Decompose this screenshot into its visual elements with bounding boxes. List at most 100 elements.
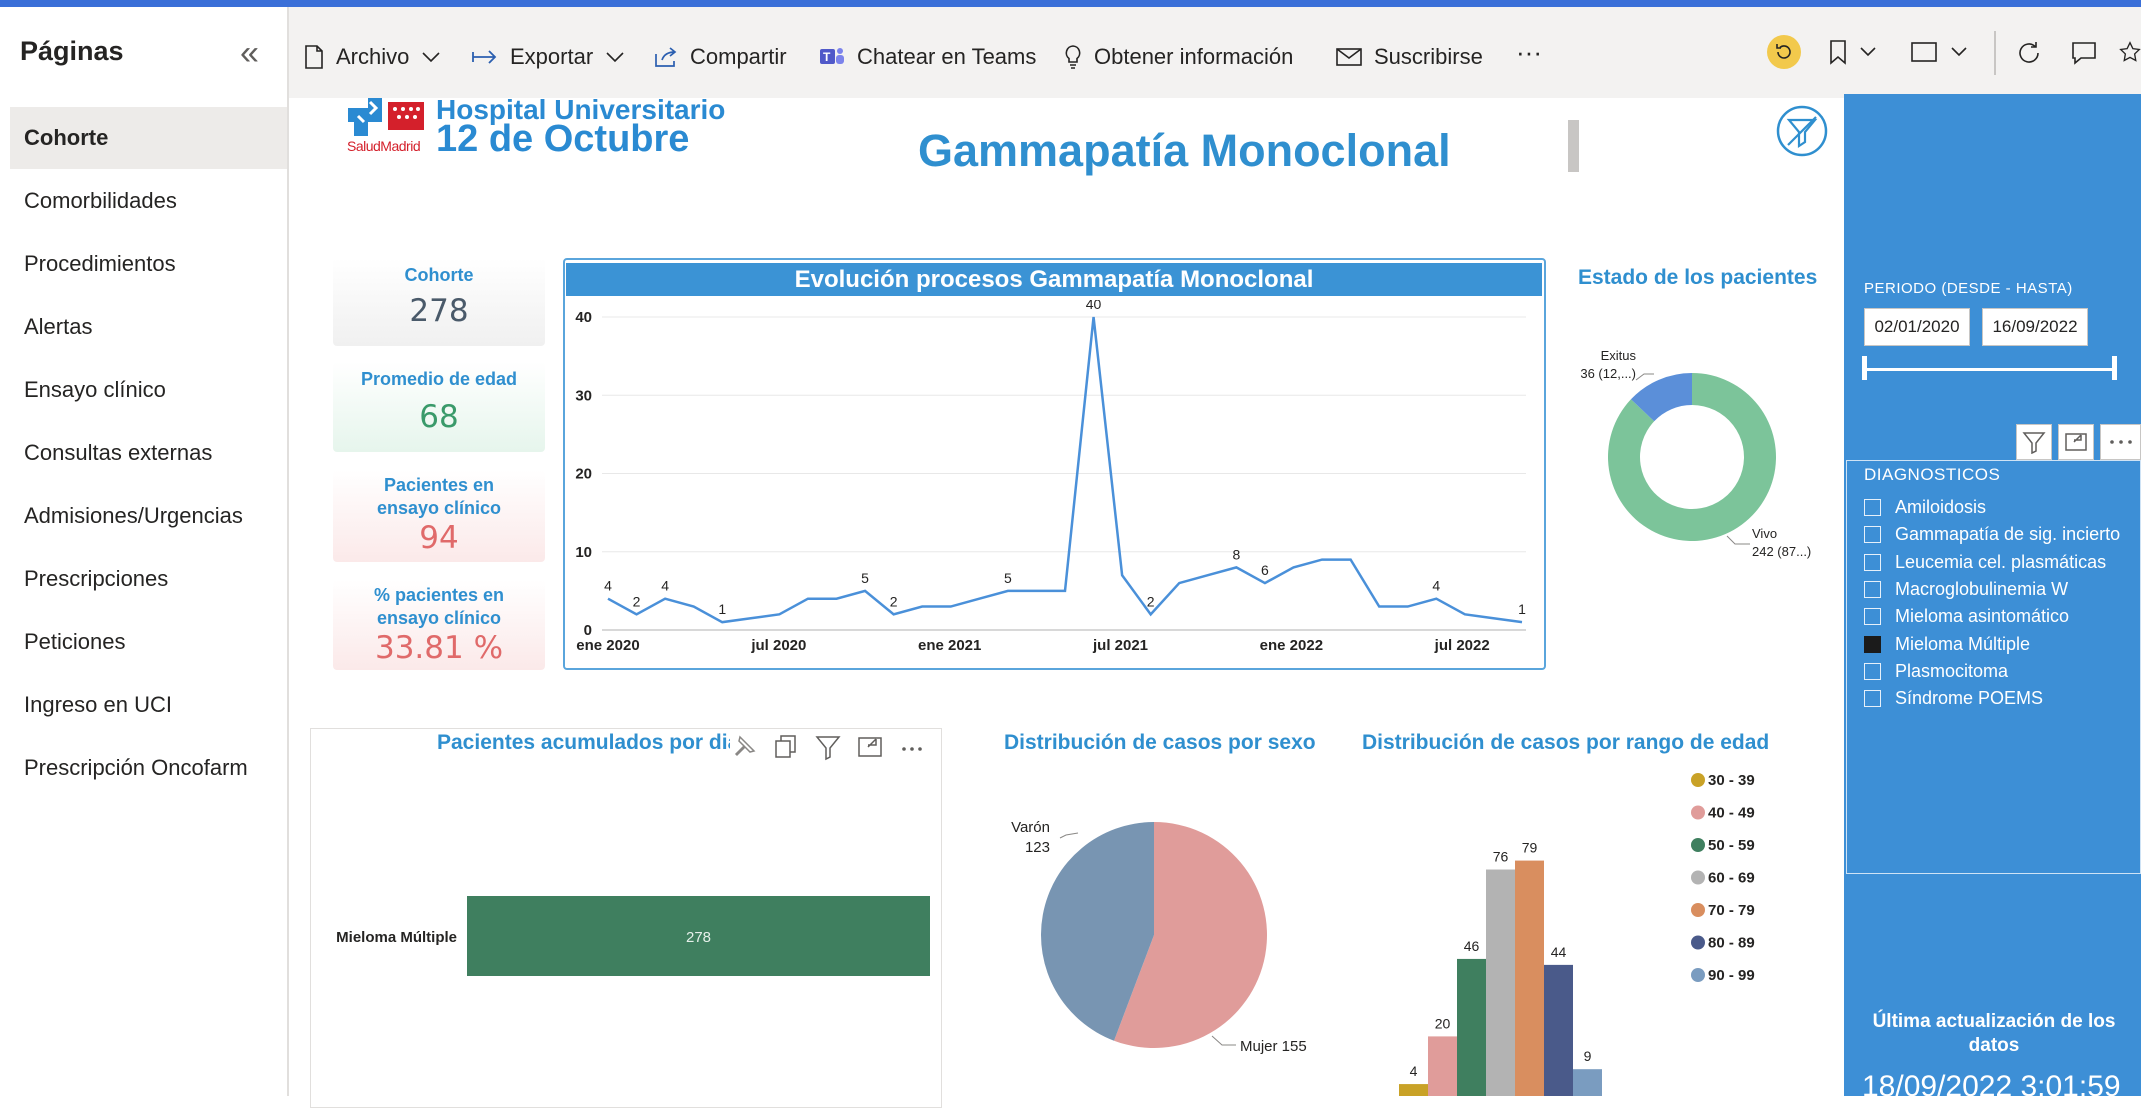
checkbox[interactable] xyxy=(1864,526,1881,543)
chevron-down-icon xyxy=(605,51,625,63)
kpi-value: 68 xyxy=(333,399,545,435)
diagnostico-option[interactable]: Amiloidosis xyxy=(1864,494,1986,521)
more-options-button[interactable]: ··· xyxy=(1516,37,1542,68)
sidebar-item-page[interactable]: Ensayo clínico xyxy=(10,359,287,421)
bar-value-label: 46 xyxy=(1464,938,1480,954)
diagnostico-label: Leucemia cel. plasmáticas xyxy=(1895,552,2106,573)
slider-end-handle[interactable] xyxy=(2112,356,2117,380)
bar-value-label: 4 xyxy=(1410,1063,1418,1079)
data-label: 5 xyxy=(1004,570,1012,586)
reset-icon xyxy=(1767,35,1801,69)
obtener-info-button[interactable]: Obtener información xyxy=(1064,44,1293,70)
sidebar-item-page[interactable]: Ingreso en UCI xyxy=(10,674,287,736)
refresh-icon xyxy=(2016,39,2044,67)
diagnosticos-title: DIAGNOSTICOS xyxy=(1864,465,2000,485)
date-from-input[interactable]: 02/01/2020 xyxy=(1864,308,1970,346)
compartir-button[interactable]: Compartir xyxy=(654,44,787,70)
diagnostico-option[interactable]: Gammapatía de sig. incierto xyxy=(1864,521,2120,548)
suscribirse-button[interactable]: Suscribirse xyxy=(1336,44,1483,70)
diagnostico-label: Plasmocitoma xyxy=(1895,661,2008,682)
sidebar-item-page[interactable]: Alertas xyxy=(10,296,287,358)
diagnostico-label: Gammapatía de sig. incierto xyxy=(1895,524,2120,545)
checkbox[interactable] xyxy=(1864,499,1881,516)
kpi-label: Promedio de edad xyxy=(333,368,545,391)
filter-icon[interactable] xyxy=(814,733,842,761)
sidebar-item-page[interactable]: Procedimientos xyxy=(10,233,287,295)
slicer-focus-button[interactable] xyxy=(2058,424,2094,460)
compartir-label: Compartir xyxy=(690,44,787,70)
bar xyxy=(1544,965,1573,1096)
sidebar-item-page[interactable]: Comorbilidades xyxy=(10,170,287,232)
sidebar-item-page[interactable]: Cohorte xyxy=(10,107,287,169)
checkbox[interactable] xyxy=(1864,636,1881,653)
checkbox[interactable] xyxy=(1864,581,1881,598)
legend-label: 60 - 69 xyxy=(1708,870,1755,887)
date-range-slider[interactable] xyxy=(1864,368,2116,371)
favorite-button[interactable] xyxy=(2119,39,2141,65)
sidebar-item-page[interactable]: Prescripciones xyxy=(10,548,287,610)
slice-label: Vivo xyxy=(1752,526,1777,541)
diagnostico-label: Mieloma Múltiple xyxy=(1895,634,2030,655)
diagnostico-option[interactable]: Síndrome POEMS xyxy=(1864,685,2043,712)
legend-swatch xyxy=(1691,903,1705,917)
evolucion-line-chart: 01020304042415254028641ene 2020jul 2020e… xyxy=(566,300,1542,668)
checkbox[interactable] xyxy=(1864,608,1881,625)
diagnostico-option[interactable]: Mieloma asintomático xyxy=(1864,603,2069,630)
diagnostico-option[interactable]: Macroglobulinemia W xyxy=(1864,576,2068,603)
kpi-value: 278 xyxy=(333,293,545,329)
slider-start-handle[interactable] xyxy=(1862,356,1867,380)
sidebar-item-page[interactable]: Peticiones xyxy=(10,611,287,673)
exportar-menu[interactable]: Exportar xyxy=(472,44,637,70)
more-options-icon[interactable] xyxy=(898,733,926,761)
estado-donut-chart: Vivo242 (87...)Exitus36 (12,...) xyxy=(1580,340,1842,560)
date-to-input[interactable]: 16/09/2022 xyxy=(1982,308,2088,346)
estado-title: Estado de los pacientes xyxy=(1578,266,1817,290)
bar xyxy=(1515,861,1544,1096)
checkbox[interactable] xyxy=(1864,690,1881,707)
acumulados-bar-chart: Mieloma Múltiple278 xyxy=(312,860,940,980)
sidebar-item-page[interactable]: Consultas externas xyxy=(10,422,287,484)
archivo-menu[interactable]: Archivo xyxy=(304,44,453,70)
legend-label: 90 - 99 xyxy=(1708,967,1755,984)
diagnostico-label: Macroglobulinemia W xyxy=(1895,579,2068,600)
clear-filters-icon[interactable] xyxy=(1776,105,1828,157)
copy-icon[interactable] xyxy=(772,733,800,761)
diagnostico-option[interactable]: Leucemia cel. plasmáticas xyxy=(1864,549,2106,576)
view-menu[interactable] xyxy=(1910,41,1980,63)
kpi-value: 94 xyxy=(333,520,545,556)
sidebar-item-page[interactable]: Admisiones/Urgencias xyxy=(10,485,287,547)
comments-button[interactable] xyxy=(2071,41,2109,65)
data-label: 1 xyxy=(1518,601,1526,617)
teams-button[interactable]: T Chatear en Teams xyxy=(819,44,1036,70)
reset-button[interactable] xyxy=(1767,35,1813,69)
report-toolbar: Archivo Exportar Compartir T Chatear en … xyxy=(289,7,2141,98)
slice-label: Varón xyxy=(1011,819,1050,836)
focus-mode-icon[interactable] xyxy=(856,733,884,761)
pin-icon[interactable] xyxy=(730,733,758,761)
sexo-title: Distribución de casos por sexo xyxy=(1004,731,1316,755)
chevron-down-icon xyxy=(1950,46,1968,58)
bar-value-label: 20 xyxy=(1435,1015,1451,1031)
collapse-sidebar-icon[interactable]: « xyxy=(240,34,259,73)
bar xyxy=(1399,1084,1428,1096)
data-label: 1 xyxy=(718,601,726,617)
kpi-cohorte: Cohorte 278 xyxy=(333,258,545,346)
legend-swatch xyxy=(1691,773,1705,787)
slicer-filter-button[interactable] xyxy=(2016,424,2052,460)
edad-bar-chart: 42046767944930 - 3940 - 4950 - 5960 - 69… xyxy=(1380,770,1840,1096)
bookmark-menu[interactable] xyxy=(1829,39,1889,65)
checkbox[interactable] xyxy=(1864,663,1881,680)
bar xyxy=(1428,1036,1457,1096)
teams-icon: T xyxy=(819,45,845,69)
checkbox[interactable] xyxy=(1864,554,1881,571)
refresh-button[interactable] xyxy=(2016,39,2056,67)
teams-label: Chatear en Teams xyxy=(857,44,1036,70)
sidebar-item-page[interactable]: Prescripción Oncofarm xyxy=(10,737,287,799)
kpi-label: Cohorte xyxy=(333,264,545,287)
bar-value-label: 278 xyxy=(686,929,711,946)
diagnostico-option[interactable]: Plasmocitoma xyxy=(1864,658,2008,685)
view-icon xyxy=(1910,41,1938,63)
slicer-more-button[interactable] xyxy=(2100,424,2141,460)
diagnostico-option[interactable]: Mieloma Múltiple xyxy=(1864,631,2030,658)
bar-value-label: 76 xyxy=(1493,849,1509,865)
